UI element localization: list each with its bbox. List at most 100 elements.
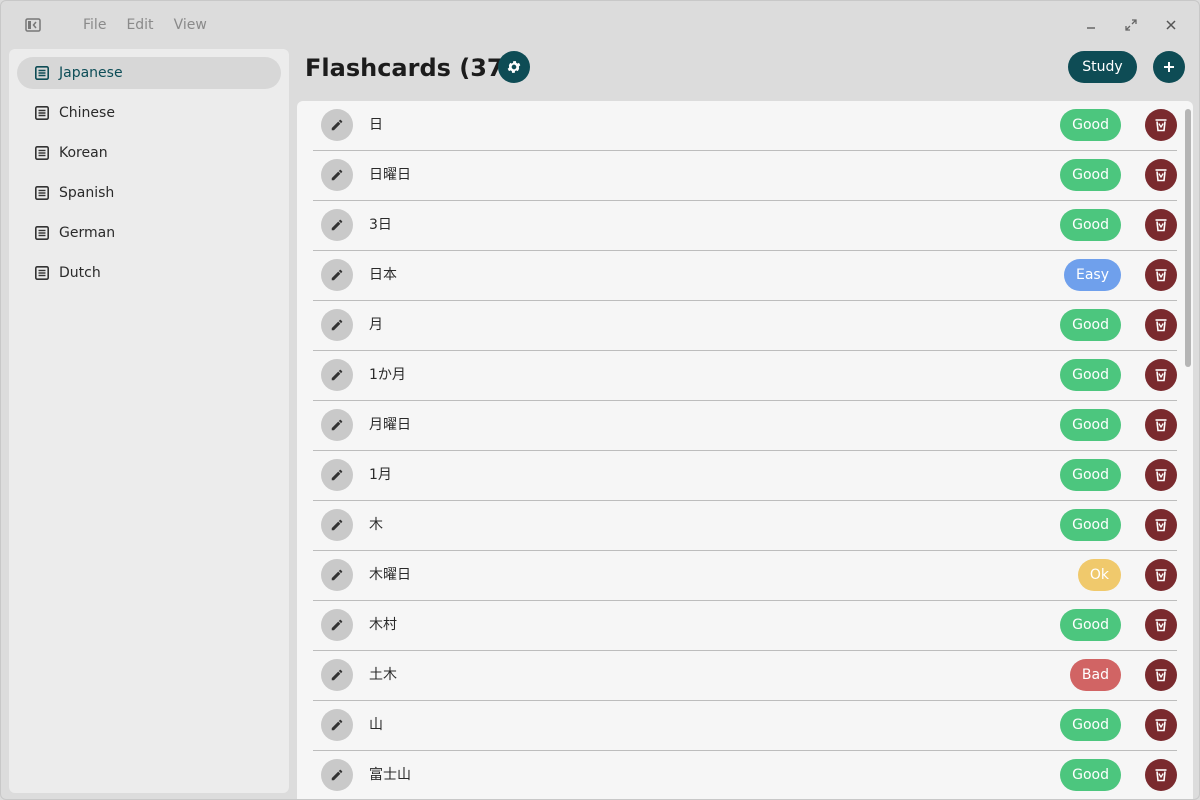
scrollbar[interactable] [1185, 109, 1191, 367]
trash-icon [1155, 369, 1167, 382]
document-icon [35, 106, 49, 120]
sidebar-item-label: German [59, 225, 116, 241]
table-row: 月 Good [313, 301, 1177, 351]
edit-button[interactable] [321, 409, 353, 441]
sidebar-item-chinese[interactable]: Chinese [17, 97, 281, 129]
pencil-icon [331, 669, 343, 681]
sidebar-toggle-icon[interactable] [23, 15, 43, 35]
minimize-icon[interactable] [1071, 13, 1111, 37]
sidebar-item-label: Chinese [59, 105, 115, 121]
delete-button[interactable] [1145, 309, 1177, 341]
trash-icon [1155, 219, 1167, 232]
trash-icon [1155, 569, 1167, 582]
sidebar-item-spanish[interactable]: Spanish [17, 177, 281, 209]
edit-button[interactable] [321, 459, 353, 491]
page-title: Flashcards (37) [305, 54, 515, 82]
flashcard-list: 日 Good 日曜日 Good 3日 Good 日本 Easy 月 Good 1か月 Good 月曜日 G… [297, 101, 1193, 799]
edit-button[interactable] [321, 159, 353, 191]
pencil-icon [331, 219, 343, 231]
close-icon[interactable] [1151, 13, 1191, 37]
rating-badge[interactable]: Good [1060, 209, 1121, 241]
delete-button[interactable] [1145, 459, 1177, 491]
card-term: 月 [369, 317, 383, 333]
rating-badge[interactable]: Good [1060, 159, 1121, 191]
app-window: File Edit View Japanese Chinese Korean Span… [0, 0, 1200, 800]
menu-file[interactable]: File [73, 15, 116, 35]
trash-icon [1155, 119, 1167, 132]
edit-button[interactable] [321, 509, 353, 541]
card-term: 日本 [369, 267, 397, 283]
pencil-icon [331, 769, 343, 781]
rating-badge[interactable]: Good [1060, 709, 1121, 741]
delete-button[interactable] [1145, 109, 1177, 141]
edit-button[interactable] [321, 209, 353, 241]
rating-badge[interactable]: Good [1060, 409, 1121, 441]
edit-button[interactable] [321, 609, 353, 641]
rating-badge[interactable]: Ok [1077, 559, 1121, 591]
edit-button[interactable] [321, 759, 353, 791]
rating-badge[interactable]: Good [1060, 609, 1121, 641]
delete-button[interactable] [1145, 409, 1177, 441]
sidebar-item-dutch[interactable]: Dutch [17, 257, 281, 289]
card-term: 日 [369, 117, 383, 133]
table-row: 木 Good [313, 501, 1177, 551]
add-card-button[interactable] [1153, 51, 1185, 83]
delete-button[interactable] [1145, 659, 1177, 691]
document-icon [35, 66, 49, 80]
delete-button[interactable] [1145, 259, 1177, 291]
rating-badge[interactable]: Good [1060, 759, 1121, 791]
delete-button[interactable] [1145, 609, 1177, 641]
document-icon [35, 266, 49, 280]
title-bar: File Edit View [1, 1, 1199, 49]
edit-button[interactable] [321, 659, 353, 691]
edit-button[interactable] [321, 359, 353, 391]
pencil-icon [331, 469, 343, 481]
sidebar-item-label: Japanese [59, 65, 123, 81]
edit-button[interactable] [321, 259, 353, 291]
table-row: 富士山 Good [313, 751, 1177, 799]
delete-button[interactable] [1145, 509, 1177, 541]
delete-button[interactable] [1145, 559, 1177, 591]
plus-icon [1164, 62, 1174, 72]
card-term: 土木 [369, 667, 397, 683]
sidebar-item-korean[interactable]: Korean [17, 137, 281, 169]
rating-badge[interactable]: Easy [1063, 259, 1121, 291]
rating-badge[interactable]: Bad [1069, 659, 1121, 691]
gear-icon [507, 61, 521, 73]
sidebar-item-japanese[interactable]: Japanese [17, 57, 281, 89]
study-button[interactable]: Study [1068, 51, 1137, 83]
rating-badge[interactable]: Good [1060, 509, 1121, 541]
delete-button[interactable] [1145, 759, 1177, 791]
settings-button[interactable] [498, 51, 530, 83]
edit-button[interactable] [321, 559, 353, 591]
delete-button[interactable] [1145, 359, 1177, 391]
menu-bar: File Edit View [73, 15, 217, 35]
rating-badge[interactable]: Good [1060, 309, 1121, 341]
table-row: 1か月 Good [313, 351, 1177, 401]
card-term: 1か月 [369, 367, 406, 383]
delete-button[interactable] [1145, 209, 1177, 241]
pencil-icon [331, 419, 343, 431]
trash-icon [1155, 469, 1167, 482]
sidebar-item-label: Korean [59, 145, 108, 161]
edit-button[interactable] [321, 309, 353, 341]
maximize-icon[interactable] [1111, 13, 1151, 37]
table-row: 日曜日 Good [313, 151, 1177, 201]
delete-button[interactable] [1145, 159, 1177, 191]
pencil-icon [331, 369, 343, 381]
trash-icon [1155, 669, 1167, 682]
edit-button[interactable] [321, 709, 353, 741]
sidebar-item-german[interactable]: German [17, 217, 281, 249]
pencil-icon [331, 319, 343, 331]
menu-edit[interactable]: Edit [116, 15, 163, 35]
rating-badge[interactable]: Good [1060, 109, 1121, 141]
table-row: 木村 Good [313, 601, 1177, 651]
menu-view[interactable]: View [164, 15, 217, 35]
trash-icon [1155, 769, 1167, 782]
card-term: 富士山 [369, 767, 411, 783]
rating-badge[interactable]: Good [1060, 459, 1121, 491]
delete-button[interactable] [1145, 709, 1177, 741]
edit-button[interactable] [321, 109, 353, 141]
trash-icon [1155, 719, 1167, 732]
rating-badge[interactable]: Good [1060, 359, 1121, 391]
